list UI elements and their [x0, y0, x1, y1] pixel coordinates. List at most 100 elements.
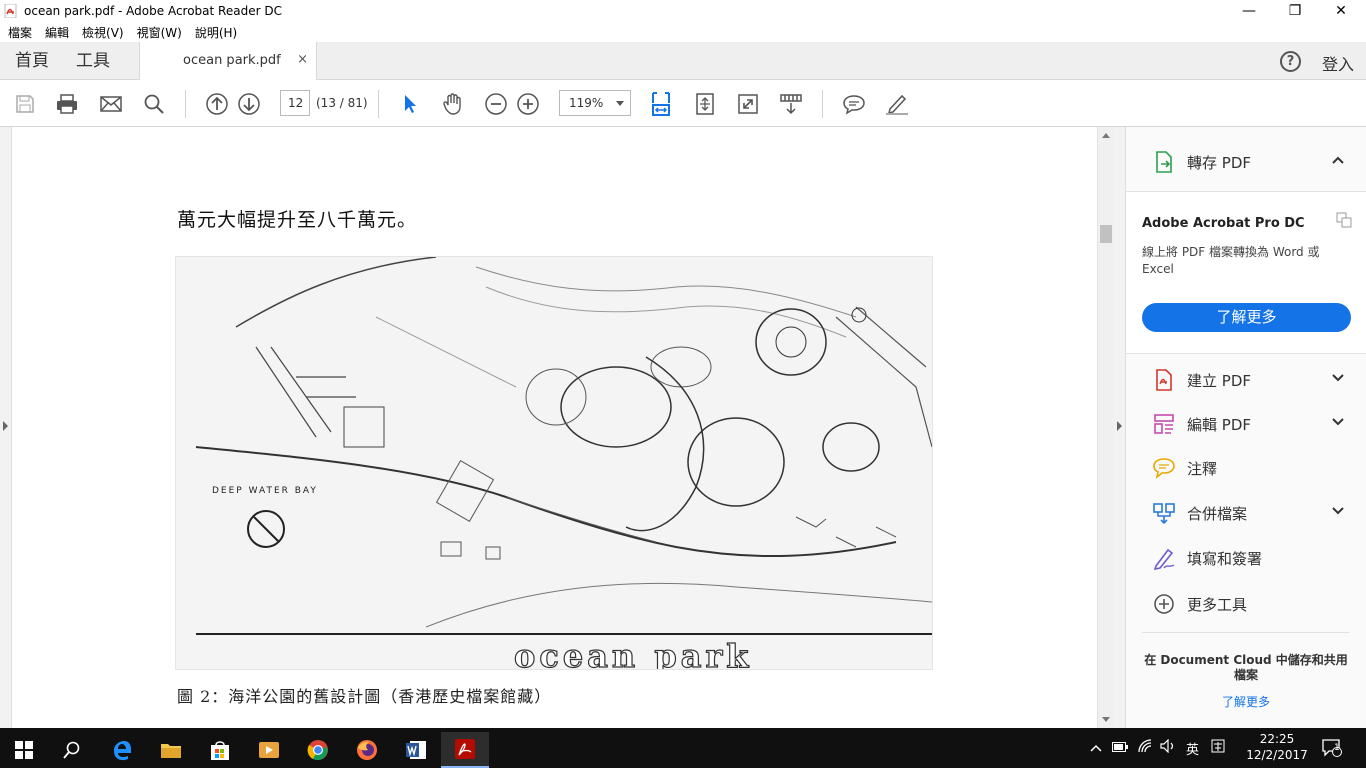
site-plan-drawing: DEEP WATER BAY ocean park: [195, 256, 933, 676]
ime-mode-icon[interactable]: [1211, 739, 1225, 757]
comment-tool-icon: [1153, 458, 1175, 479]
print-icon[interactable]: [54, 91, 80, 117]
tool-fill-sign[interactable]: 填寫和簽署: [1126, 536, 1366, 580]
copy-icon[interactable]: [1336, 212, 1352, 228]
learn-more-button[interactable]: 了解更多: [1142, 303, 1351, 332]
minimize-button[interactable]: —: [1226, 0, 1272, 22]
scroll-mode-icon[interactable]: [778, 91, 804, 117]
scroll-up-icon[interactable]: [1102, 133, 1110, 138]
tab-bar: 首頁 工具 ocean park.pdf × ? 登入: [0, 42, 1366, 80]
signin-link[interactable]: 登入: [1322, 51, 1354, 75]
tools-pane: 轉存 PDF Adobe Acrobat Pro DC 線上將 PDF 檔案轉換…: [1126, 127, 1366, 728]
close-tab-icon[interactable]: ×: [297, 52, 308, 67]
page-number-input[interactable]: 12: [280, 90, 310, 116]
menu-help[interactable]: 說明(H): [195, 24, 237, 41]
clock-date: 12/2/2017: [1246, 748, 1308, 762]
fill-sign-icon: [1153, 548, 1175, 570]
fit-page-icon[interactable]: [692, 91, 718, 117]
tool-label: 填寫和簽署: [1187, 549, 1263, 568]
cloud-learn-more-link[interactable]: 了解更多: [1142, 693, 1350, 710]
fit-width-icon[interactable]: [648, 91, 674, 117]
close-window-button[interactable]: ✕: [1318, 0, 1364, 22]
file-explorer-icon[interactable]: [147, 732, 195, 768]
network-icon[interactable]: [1138, 739, 1152, 757]
tool-create-pdf[interactable]: 建立 PDF: [1126, 358, 1366, 402]
previous-page-icon[interactable]: [204, 91, 230, 117]
tool-edit-pdf[interactable]: 編輯 PDF: [1126, 402, 1366, 446]
tab-home[interactable]: 首頁: [15, 42, 49, 80]
maximize-button[interactable]: ❐: [1272, 0, 1318, 22]
tool-label: 更多工具: [1187, 595, 1248, 614]
figure-caption: 圖 2：海洋公園的舊設計圖（香港歷史檔案館藏）: [177, 687, 552, 706]
tool-more-tools[interactable]: 更多工具: [1126, 582, 1366, 626]
toolbar: 12 (13 / 81) 119%: [0, 80, 1366, 127]
promo-title: Adobe Acrobat Pro DC: [1142, 216, 1305, 231]
ocean-park-wordmark: ocean park: [514, 637, 752, 669]
volume-icon[interactable]: [1160, 738, 1176, 757]
chevron-down-icon: [616, 101, 624, 106]
ime-indicator[interactable]: 英: [1186, 739, 1199, 758]
show-hidden-icons-icon[interactable]: [1090, 741, 1102, 756]
search-icon[interactable]: [141, 91, 167, 117]
collapse-arrow-icon: [1117, 421, 1122, 431]
tool-comment[interactable]: 注釋: [1126, 446, 1366, 490]
zoom-in-icon[interactable]: [515, 91, 541, 117]
menu-file[interactable]: 檔案: [8, 24, 32, 41]
tool-combine-files[interactable]: 合併檔案: [1126, 491, 1366, 535]
tab-document[interactable]: ocean park.pdf ×: [139, 42, 317, 80]
vertical-scrollbar[interactable]: [1097, 127, 1114, 728]
battery-icon[interactable]: [1112, 741, 1128, 756]
export-pdf-label: 轉存 PDF: [1187, 153, 1251, 172]
document-cloud-panel: 在 Document Cloud 中儲存和共用檔案 了解更多: [1142, 632, 1350, 728]
tool-label: 注釋: [1187, 459, 1218, 478]
tool-label: 合併檔案: [1187, 504, 1248, 523]
title-bar: ocean park.pdf - Adobe Acrobat Reader DC…: [0, 0, 1366, 22]
body-text: 萬元大幅提升至八千萬元。: [177, 209, 418, 231]
page-count: (13 / 81): [316, 96, 368, 110]
highlight-pen-icon[interactable]: [884, 91, 910, 117]
left-pane-toggle[interactable]: [0, 127, 12, 728]
edit-pdf-icon: [1154, 414, 1174, 434]
menu-view[interactable]: 檢視(V): [82, 24, 124, 41]
menu-window[interactable]: 視窗(W): [137, 24, 182, 41]
help-icon[interactable]: ?: [1280, 51, 1301, 72]
menu-bar: 檔案 編輯 檢視(V) 視窗(W) 說明(H): [0, 22, 1366, 42]
store-icon[interactable]: [196, 732, 244, 768]
next-page-icon[interactable]: [236, 91, 262, 117]
document-viewport[interactable]: 萬元大幅提升至八千萬元。 DEEP WATER BAY ocean park 圖…: [0, 127, 1097, 728]
edge-icon[interactable]: [98, 732, 146, 768]
acrobat-app-icon: [4, 4, 17, 18]
movies-tv-icon[interactable]: [245, 732, 293, 768]
search-taskbar-icon[interactable]: [48, 732, 96, 768]
acrobat-taskbar-icon[interactable]: [441, 732, 489, 768]
firefox-icon[interactable]: [343, 732, 391, 768]
save-icon[interactable]: [12, 91, 38, 117]
taskbar: 英 22:25 12/2/2017 1: [0, 728, 1366, 768]
toolbar-separator: [822, 90, 823, 118]
full-screen-icon[interactable]: [735, 91, 761, 117]
notification-center-icon[interactable]: 1: [1322, 728, 1342, 768]
notification-count: 1: [1334, 743, 1340, 753]
create-pdf-icon: [1156, 369, 1172, 391]
hand-tool-icon[interactable]: [440, 91, 466, 117]
promo-panel: Adobe Acrobat Pro DC 線上將 PDF 檔案轉換為 Word …: [1126, 191, 1366, 354]
word-icon[interactable]: [392, 732, 440, 768]
clock-time: 22:25: [1259, 732, 1295, 746]
email-icon[interactable]: [98, 91, 124, 117]
tab-tools[interactable]: 工具: [76, 42, 110, 80]
zoom-select[interactable]: 119%: [559, 90, 631, 116]
toolbar-separator: [185, 90, 186, 118]
menu-edit[interactable]: 編輯: [45, 24, 69, 41]
zoom-out-icon[interactable]: [483, 91, 509, 117]
scroll-down-icon[interactable]: [1102, 717, 1110, 722]
chrome-icon[interactable]: [294, 732, 342, 768]
scroll-thumb[interactable]: [1100, 225, 1112, 243]
expand-arrow-icon: [3, 421, 8, 431]
export-pdf-header[interactable]: 轉存 PDF: [1126, 140, 1366, 184]
chevron-down-icon: [1332, 418, 1344, 426]
select-cursor-icon[interactable]: [397, 91, 423, 117]
comment-icon[interactable]: [841, 91, 867, 117]
clock[interactable]: 22:25 12/2/2017: [1246, 731, 1308, 763]
right-pane-toggle[interactable]: [1114, 127, 1126, 728]
start-icon[interactable]: [0, 732, 48, 768]
